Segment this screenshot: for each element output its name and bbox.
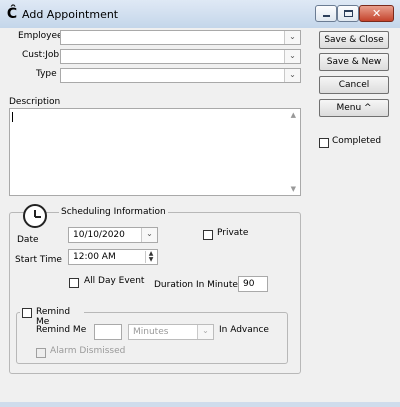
- maximize-icon: [344, 10, 353, 17]
- title-bar: Ĉ Add Appointment ✕: [0, 0, 400, 28]
- chevron-down-icon[interactable]: ⌄: [284, 69, 300, 82]
- duration-value: 90: [243, 279, 255, 289]
- remind-me-checkbox[interactable]: [22, 308, 32, 318]
- all-day-checkbox[interactable]: [69, 278, 79, 288]
- private-checkbox[interactable]: [203, 230, 213, 240]
- scroll-down-icon[interactable]: ▼: [291, 185, 296, 193]
- description-textarea[interactable]: ▲ ▼: [9, 108, 301, 196]
- scheduling-legend: Scheduling Information: [59, 207, 168, 217]
- type-combo[interactable]: ⌄: [60, 68, 301, 83]
- add-appointment-window: Ĉ Add Appointment ✕ Employee ⌄ Cust:Job …: [0, 0, 400, 407]
- minimize-button[interactable]: [315, 5, 337, 22]
- remind-me-label: Remind Me: [36, 325, 87, 335]
- calendar-dropdown-icon[interactable]: ⌄: [141, 228, 157, 242]
- all-day-label: All Day Event: [84, 276, 145, 286]
- minimize-icon: [323, 15, 330, 17]
- text-cursor: [12, 112, 13, 122]
- date-value: 10/10/2020: [73, 230, 125, 240]
- window-bottom-border: [0, 402, 400, 407]
- chevron-down-icon[interactable]: ⌄: [284, 31, 300, 44]
- custjob-combo[interactable]: ⌄: [60, 49, 301, 64]
- app-logo-icon: Ĉ: [6, 6, 18, 22]
- remind-value-field[interactable]: [94, 324, 122, 340]
- cancel-button[interactable]: Cancel: [319, 76, 389, 94]
- close-button[interactable]: ✕: [359, 5, 394, 22]
- remind-units-value: Minutes: [133, 327, 169, 337]
- maximize-button[interactable]: [337, 5, 359, 22]
- alarm-dismissed-checkbox[interactable]: [36, 348, 46, 358]
- clock-icon: [23, 204, 47, 228]
- employee-label: Employee: [18, 31, 63, 41]
- remind-units-combo[interactable]: Minutes ⌄: [128, 324, 214, 340]
- date-label: Date: [17, 235, 39, 245]
- employee-combo[interactable]: ⌄: [60, 30, 301, 45]
- start-time-field[interactable]: 12:00 AM ▲ ▼: [68, 249, 158, 265]
- save-new-button[interactable]: Save & New: [319, 53, 389, 71]
- type-label: Type: [36, 69, 57, 79]
- chevron-down-icon[interactable]: ⌄: [197, 325, 213, 339]
- menu-button[interactable]: Menu ^: [319, 99, 389, 117]
- duration-label: Duration In Minutes: [154, 280, 243, 290]
- description-label: Description: [9, 97, 61, 107]
- save-close-button[interactable]: Save & Close: [319, 31, 389, 49]
- spinner-arrows-icon[interactable]: ▲ ▼: [145, 251, 156, 263]
- private-label: Private: [217, 228, 249, 238]
- custjob-label: Cust:Job: [22, 50, 60, 60]
- alarm-dismissed-label: Alarm Dismissed: [50, 346, 126, 356]
- in-advance-label: In Advance: [219, 325, 269, 335]
- start-time-value: 12:00 AM: [73, 252, 116, 262]
- duration-field[interactable]: 90: [238, 276, 268, 292]
- remind-legend-area: Remind Me: [20, 307, 84, 327]
- completed-label: Completed: [332, 136, 382, 146]
- start-time-label: Start Time: [15, 255, 62, 265]
- scroll-up-icon[interactable]: ▲: [291, 111, 296, 119]
- close-icon: ✕: [372, 7, 382, 20]
- chevron-down-icon[interactable]: ⌄: [284, 50, 300, 63]
- completed-checkbox[interactable]: [319, 138, 329, 148]
- dialog-content: Employee ⌄ Cust:Job ⌄ Type ⌄ Save & Clos…: [0, 28, 400, 402]
- date-field[interactable]: 10/10/2020 ⌄: [68, 227, 158, 243]
- window-title: Add Appointment: [22, 8, 119, 21]
- remind-me-legend: Remind Me: [36, 307, 71, 327]
